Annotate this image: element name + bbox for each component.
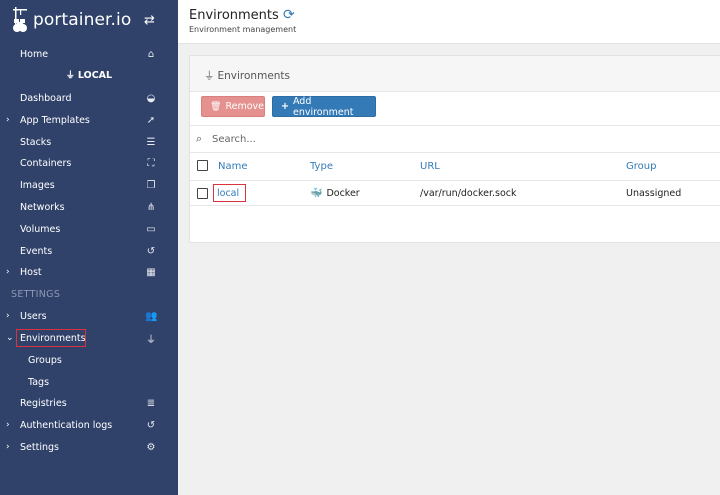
row-checkbox[interactable] (197, 188, 208, 199)
page-header: Environments ⟳ Environment management (178, 0, 720, 44)
history-icon: ↺ (146, 419, 156, 431)
chevron-right-icon: › (6, 115, 10, 125)
database-icon: ≣ (146, 397, 156, 409)
page-title: Environments (189, 8, 279, 23)
plug-icon: ⏚ (65, 71, 75, 81)
clone-icon: ❐ (146, 179, 156, 191)
brand-name: portainer.io (33, 10, 132, 30)
column-header-url[interactable]: URL (420, 161, 440, 172)
sidebar-item-label: App Templates (20, 114, 90, 126)
hdd-icon: ▭ (146, 223, 156, 235)
page-subtitle: Environment management (189, 25, 297, 34)
rocket-icon: ➚ (146, 114, 156, 126)
sidebar-item-app-templates[interactable]: › App Templates ➚ (0, 109, 178, 131)
sidebar-item-label: Groups (28, 354, 62, 366)
sidebar-item-host[interactable]: › Host ▦ (0, 261, 178, 283)
home-icon: ⌂ (147, 48, 155, 60)
portainer-logo[interactable]: portainer.io (12, 6, 131, 34)
panel-header: ⏚ Environments (190, 56, 720, 92)
sidebar-item-label: Images (20, 179, 55, 191)
sitemap-icon: ⋔ (146, 201, 156, 213)
sidebar-item-volumes[interactable]: Volumes ▭ (0, 218, 178, 240)
chevron-down-icon: ⌄ (6, 333, 14, 343)
panel-title: ⏚ Environments (204, 70, 291, 82)
list-icon: ☰ (146, 136, 156, 148)
sidebar-item-label: Dashboard (20, 92, 72, 104)
sidebar-item-label: Stacks (20, 136, 52, 148)
history-icon: ↺ (146, 245, 156, 257)
sidebar-item-label: Home (20, 48, 49, 60)
add-environment-button[interactable]: + Add environment (272, 96, 376, 118)
sidebar-header: portainer.io ⇄ (0, 0, 178, 43)
column-header-group[interactable]: Group (626, 161, 656, 172)
users-icon: 👥 (145, 310, 158, 322)
trash-icon: 🗑 (210, 101, 222, 112)
cogs-icon: ⚙ (146, 441, 156, 453)
sidebar-item-events[interactable]: Events ↺ (0, 240, 178, 262)
chevron-right-icon: › (6, 442, 10, 452)
sidebar-item-label: Settings (20, 441, 59, 453)
environments-panel: ⏚ Environments 🗑 Remove + Add environment ⌕… (189, 55, 720, 243)
sidebar-item-tags[interactable]: Tags (0, 371, 178, 393)
search-input[interactable] (212, 131, 512, 147)
sidebar-item-label: Volumes (20, 223, 61, 235)
sidebar-item-dashboard[interactable]: Dashboard ◒ (0, 87, 178, 109)
tachometer-icon: ◒ (146, 92, 156, 104)
sidebar-item-label: Tags (28, 376, 50, 388)
sidebar-item-stacks[interactable]: Stacks ☰ (0, 131, 178, 153)
sidebar: portainer.io ⇄ Home ⌂ ⏚ LOCAL Dashboard ◒… (0, 0, 178, 495)
table-header-row: Name Type URL Group (190, 153, 720, 181)
sidebar-item-settings[interactable]: › Settings ⚙ (0, 436, 178, 458)
cubes-icon: ⛶ (147, 157, 155, 169)
endpoint-name: ⏚ LOCAL (65, 70, 113, 81)
chevron-right-icon: › (6, 267, 10, 277)
search-icon: ⌕ (196, 132, 203, 145)
chevron-right-icon: › (6, 420, 10, 430)
portainer-crane-icon (13, 7, 27, 32)
select-all-checkbox[interactable] (197, 160, 208, 171)
sidebar-item-home[interactable]: Home ⌂ (0, 43, 178, 65)
plug-icon: ⏚ (204, 70, 215, 82)
sidebar-item-groups[interactable]: Groups (0, 349, 178, 371)
environment-type: 🐳 Docker (310, 188, 360, 199)
sidebar-item-networks[interactable]: Networks ⋔ (0, 196, 178, 218)
docker-icon: 🐳 (310, 188, 323, 199)
sidebar-item-users[interactable]: › Users 👥 (0, 305, 178, 327)
column-header-type[interactable]: Type (310, 161, 333, 172)
sidebar-item-label: Host (20, 266, 42, 278)
environments-highlight (16, 329, 86, 347)
sidebar-item-label: Events (20, 245, 53, 257)
remove-button[interactable]: 🗑 Remove (201, 96, 265, 117)
sidebar-item-containers[interactable]: Containers ⛶ (0, 152, 178, 174)
environment-group: Unassigned (626, 188, 682, 199)
sidebar-item-images[interactable]: Images ❐ (0, 174, 178, 196)
sidebar-item-label: Registries (20, 397, 67, 409)
th-icon: ▦ (146, 266, 156, 278)
name-highlight (213, 184, 246, 202)
toggle-sidebar-icon[interactable]: ⇄ (144, 13, 155, 28)
refresh-icon[interactable]: ⟳ (283, 7, 295, 23)
plus-icon: + (281, 101, 289, 112)
sidebar-item-label: Containers (20, 157, 72, 169)
column-header-name[interactable]: Name (218, 161, 248, 172)
settings-section-header: SETTINGS (11, 289, 61, 300)
sidebar-item-auth-logs[interactable]: › Authentication logs ↺ (0, 414, 178, 436)
sidebar-item-label: Networks (20, 201, 65, 213)
sidebar-item-label: Authentication logs (20, 419, 113, 431)
sidebar-item-registries[interactable]: Registries ≣ (0, 392, 178, 414)
chevron-right-icon: › (6, 311, 10, 321)
environment-url: /var/run/docker.sock (420, 188, 517, 199)
table-row: local 🐳 Docker /var/run/docker.sock Unass… (190, 181, 720, 206)
search-bar: ⌕ (190, 125, 720, 153)
sidebar-item-label: Users (20, 310, 47, 322)
plug-icon: ⏚ (146, 334, 156, 346)
